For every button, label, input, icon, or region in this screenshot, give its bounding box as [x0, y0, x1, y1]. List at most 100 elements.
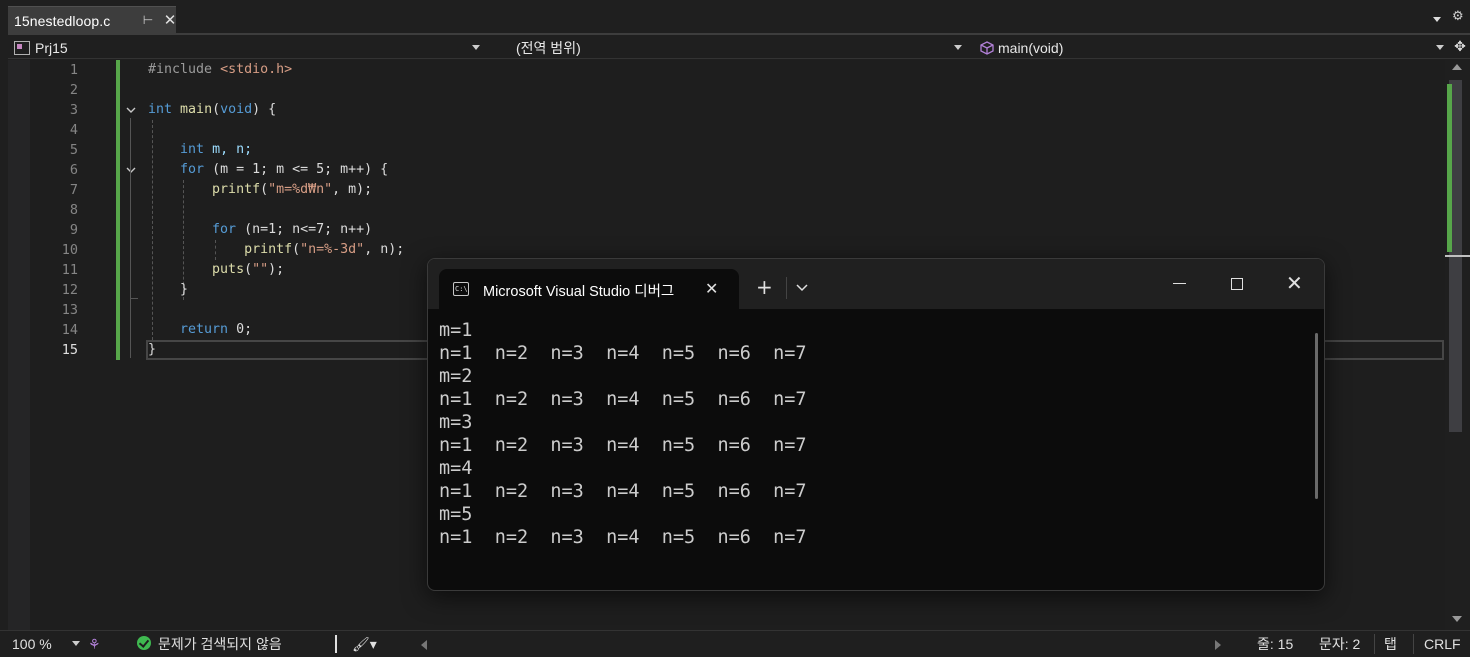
line-number: 9	[69, 222, 78, 238]
punct: (	[212, 102, 221, 117]
chevron-down-icon[interactable]	[796, 283, 808, 293]
output-line: n=1 n=2 n=3 n=4 n=5 n=6 n=7	[439, 343, 807, 364]
chevron-down-icon	[1436, 45, 1444, 50]
line-number: 13	[61, 302, 78, 318]
line-number: 3	[69, 102, 78, 118]
output-line: n=1 n=2 n=3 n=4 n=5 n=6 n=7	[439, 527, 807, 548]
project-dropdown[interactable]: Prj15	[8, 37, 486, 58]
keyword: int	[148, 102, 173, 117]
line-number: 14	[61, 322, 78, 338]
code-line: printf("m=%d₩n", m);	[148, 180, 1438, 200]
string-literal: "m=%d₩n"	[268, 182, 333, 197]
check-circle-icon	[137, 636, 151, 650]
code-line: printf("n=%-3d", n);	[148, 240, 1438, 260]
function-name: printf	[244, 242, 293, 257]
terminal-title-bar[interactable]: C:\ Microsoft Visual Studio 디버그 ✕ + ✕	[428, 259, 1324, 309]
close-icon[interactable]: ✕	[162, 12, 178, 28]
line-indicator[interactable]: 줄: 15	[1257, 635, 1293, 653]
scroll-up-icon[interactable]	[1452, 64, 1462, 70]
scroll-down-icon[interactable]	[1452, 616, 1462, 622]
terminal-tab[interactable]: C:\ Microsoft Visual Studio 디버그 ✕	[439, 269, 739, 309]
tab-list-dropdown-icon[interactable]	[1430, 12, 1444, 26]
debug-console-window[interactable]: C:\ Microsoft Visual Studio 디버그 ✕ + ✕ m=…	[427, 258, 1325, 591]
function-name: main(void)	[998, 39, 1064, 56]
scope-name: (전역 범위)	[516, 39, 581, 56]
output-line: m=2	[439, 366, 473, 387]
fold-chevron-icon[interactable]	[125, 164, 137, 176]
issues-status[interactable]: 문제가 검색되지 않음	[158, 635, 282, 653]
minimize-icon[interactable]	[1173, 283, 1186, 284]
line-number: 2	[69, 82, 78, 98]
fold-chevron-icon[interactable]	[125, 104, 137, 116]
chevron-down-icon[interactable]	[72, 641, 80, 646]
close-window-icon[interactable]: ✕	[1286, 271, 1303, 295]
pin-icon[interactable]: ⊢	[141, 13, 155, 27]
project-name: Prj15	[35, 39, 68, 56]
line-number: 6	[69, 162, 78, 178]
new-tab-button[interactable]: +	[756, 277, 773, 297]
output-line: n=1 n=2 n=3 n=4 n=5 n=6 n=7	[439, 481, 807, 502]
caret-position-marker	[1445, 255, 1470, 257]
header-name: <stdio.h>	[220, 62, 293, 77]
document-tab-bar: 15nestedloop.c ⊢ ✕ ⚙	[0, 0, 1470, 36]
output-line: m=3	[439, 412, 473, 433]
punct: (	[244, 262, 253, 277]
terminal-scrollbar[interactable]	[1315, 333, 1318, 499]
code-text: , n);	[364, 242, 405, 257]
terminal-output[interactable]: m=1 n=1 n=2 n=3 n=4 n=5 n=6 n=7 m=2 n=1 …	[439, 319, 1309, 549]
navigation-bar: Prj15 (전역 범위) main(void) ✥	[8, 36, 1470, 59]
function-name: printf	[212, 182, 261, 197]
code-text: , m);	[332, 182, 373, 197]
brace: }	[148, 342, 157, 357]
column-indicator[interactable]: 문자: 2	[1319, 635, 1360, 653]
output-line: n=1 n=2 n=3 n=4 n=5 n=6 n=7	[439, 389, 807, 410]
line-number: 11	[61, 262, 78, 278]
string-literal: ""	[252, 262, 269, 277]
divider	[786, 277, 787, 299]
vertical-scrollbar[interactable]	[1445, 60, 1470, 630]
fold-range-line	[130, 118, 131, 358]
change-indicator	[1447, 84, 1452, 252]
copilot-icon[interactable]: ⚘	[88, 635, 101, 653]
line-number: 4	[69, 122, 78, 138]
zoom-level[interactable]: 100 %	[12, 635, 52, 653]
code-line: int main(void) {	[148, 100, 1438, 120]
line-number: 10	[61, 242, 78, 258]
code-text: (m = 1; m <= 5; m++) {	[204, 162, 389, 177]
line-number: 5	[69, 142, 78, 158]
code-text: 0;	[228, 322, 253, 337]
keyword: for	[180, 162, 205, 177]
document-tab[interactable]: 15nestedloop.c ⊢ ✕	[8, 6, 176, 34]
output-line: m=1	[439, 320, 473, 341]
code-text: );	[268, 262, 285, 277]
brace: }	[180, 282, 189, 297]
keyword: return	[180, 322, 229, 337]
punct: ) {	[252, 102, 277, 117]
document-tab-label: 15nestedloop.c	[14, 12, 111, 29]
code-line: int m, n;	[148, 140, 1438, 160]
split-editor-icon[interactable]: ✥	[1453, 39, 1467, 55]
fold-range-end	[130, 298, 138, 299]
scroll-left-icon[interactable]	[421, 640, 427, 650]
gear-icon[interactable]: ⚙	[1452, 9, 1464, 24]
divider	[1374, 634, 1375, 654]
output-line: m=4	[439, 458, 473, 479]
function-dropdown[interactable]: main(void)	[974, 37, 1450, 58]
preprocessor: #include	[148, 62, 221, 77]
cube-icon	[980, 40, 994, 55]
indent-mode[interactable]: 탭	[1384, 635, 1397, 653]
change-tracking-bar	[116, 60, 120, 360]
chevron-down-icon	[954, 45, 962, 50]
function-name: main	[180, 102, 213, 117]
close-icon[interactable]: ✕	[705, 279, 718, 298]
scroll-right-icon[interactable]	[1215, 640, 1221, 650]
line-ending[interactable]: CRLF	[1424, 635, 1461, 653]
maximize-icon[interactable]	[1231, 278, 1243, 290]
keyword: for	[212, 222, 237, 237]
project-icon	[14, 40, 30, 55]
identifiers: m, n;	[204, 142, 253, 157]
code-cleanup-icon[interactable]: 🖌▾	[352, 635, 377, 653]
scope-dropdown[interactable]: (전역 범위)	[494, 37, 968, 58]
